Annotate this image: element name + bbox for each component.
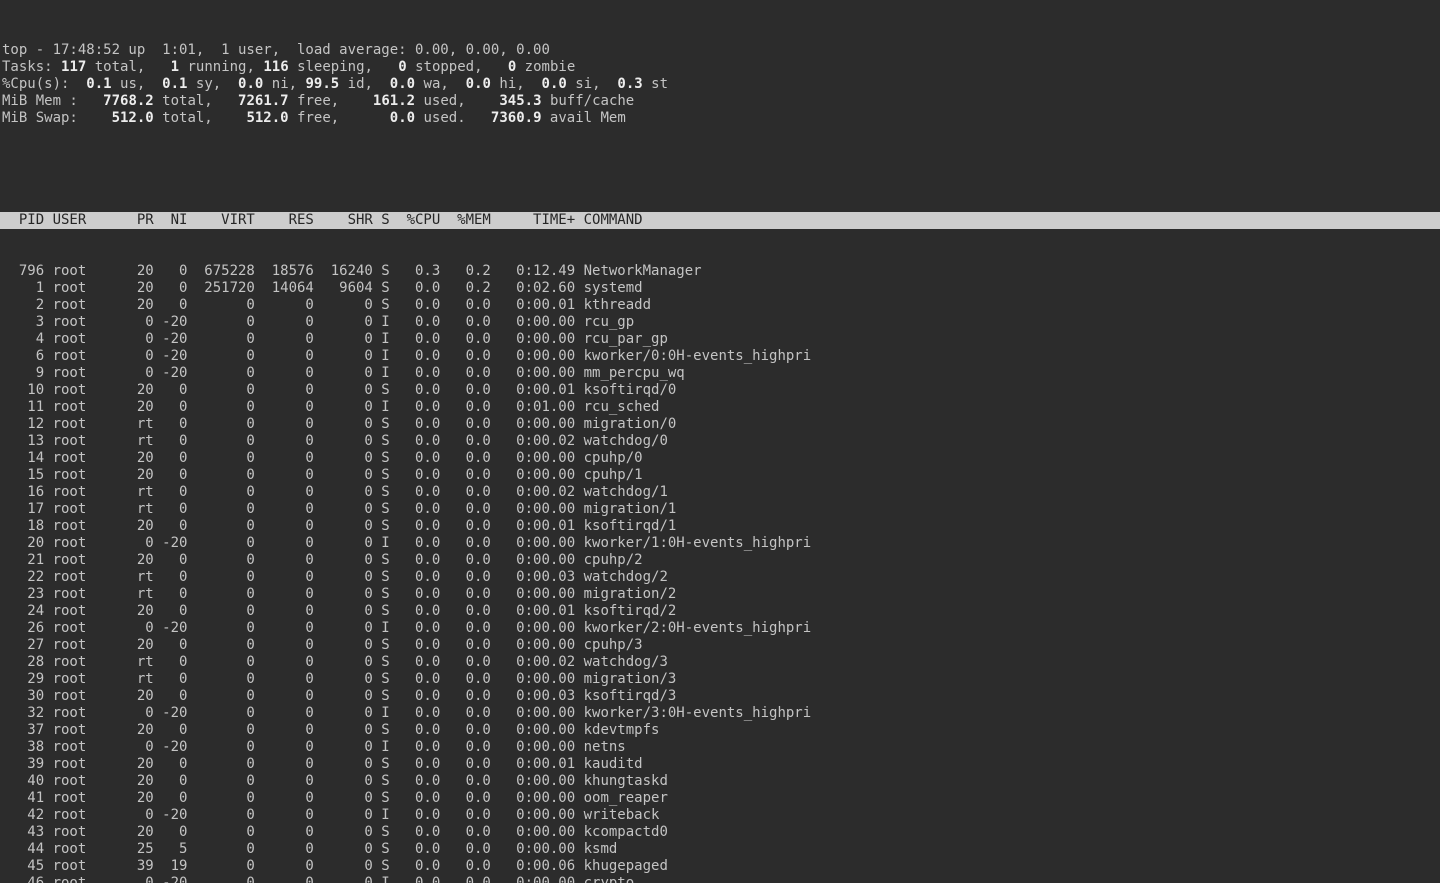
process-row: 13 root rt 0 0 0 0 S 0.0 0.0 0:00.02 wat… bbox=[0, 433, 1440, 450]
summary-value: 7360.9 bbox=[491, 110, 542, 126]
process-row: 15 root 20 0 0 0 0 S 0.0 0.0 0:00.00 cpu… bbox=[0, 467, 1440, 484]
uptime-line: top - 17:48:52 up 1:01, 1 user, load ave… bbox=[0, 42, 1440, 59]
process-row: 42 root 0 -20 0 0 0 I 0.0 0.0 0:00.00 wr… bbox=[0, 807, 1440, 824]
summary-label: MiB Mem : bbox=[2, 93, 103, 109]
summary-value: 0.3 bbox=[617, 76, 642, 92]
summary-value: 0 bbox=[508, 59, 516, 75]
summary-label: sy, bbox=[187, 76, 238, 92]
summary-value: 1 bbox=[171, 59, 179, 75]
summary-label: running, bbox=[179, 59, 263, 75]
summary-label: avail Mem bbox=[542, 110, 626, 126]
process-row: 43 root 20 0 0 0 0 S 0.0 0.0 0:00.00 kco… bbox=[0, 824, 1440, 841]
cpu-line: %Cpu(s): 0.1 us, 0.1 sy, 0.0 ni, 99.5 id… bbox=[0, 76, 1440, 93]
process-row: 796 root 20 0 675228 18576 16240 S 0.3 0… bbox=[0, 263, 1440, 280]
summary-value: 7261.7 bbox=[238, 93, 289, 109]
process-row: 10 root 20 0 0 0 0 S 0.0 0.0 0:00.01 kso… bbox=[0, 382, 1440, 399]
summary-value: 0.1 bbox=[162, 76, 187, 92]
process-row: 39 root 20 0 0 0 0 S 0.0 0.0 0:00.01 kau… bbox=[0, 756, 1440, 773]
summary-label: stopped, bbox=[407, 59, 508, 75]
summary-value: 117 bbox=[61, 59, 86, 75]
summary-label: st bbox=[643, 76, 668, 92]
summary-label: free, bbox=[289, 110, 390, 126]
process-row: 45 root 39 19 0 0 0 S 0.0 0.0 0:00.06 kh… bbox=[0, 858, 1440, 875]
process-row: 3 root 0 -20 0 0 0 I 0.0 0.0 0:00.00 rcu… bbox=[0, 314, 1440, 331]
process-row: 14 root 20 0 0 0 0 S 0.0 0.0 0:00.00 cpu… bbox=[0, 450, 1440, 467]
summary-value: 512.0 bbox=[246, 110, 288, 126]
top-summary: top - 17:48:52 up 1:01, 1 user, load ave… bbox=[0, 42, 1440, 127]
process-row: 27 root 20 0 0 0 0 S 0.0 0.0 0:00.00 cpu… bbox=[0, 637, 1440, 654]
summary-label: total, bbox=[86, 59, 170, 75]
process-row: 28 root rt 0 0 0 0 S 0.0 0.0 0:00.02 wat… bbox=[0, 654, 1440, 671]
process-row: 4 root 0 -20 0 0 0 I 0.0 0.0 0:00.00 rcu… bbox=[0, 331, 1440, 348]
summary-label: ni, bbox=[263, 76, 305, 92]
summary-label: sleeping, bbox=[289, 59, 399, 75]
swap-line: MiB Swap: 512.0 total, 512.0 free, 0.0 u… bbox=[0, 110, 1440, 127]
summary-label: total, bbox=[154, 93, 238, 109]
summary-value: 0.1 bbox=[86, 76, 111, 92]
process-row: 41 root 20 0 0 0 0 S 0.0 0.0 0:00.00 oom… bbox=[0, 790, 1440, 807]
summary-value: 0.0 bbox=[238, 76, 263, 92]
summary-label: us, bbox=[112, 76, 163, 92]
process-row: 11 root 20 0 0 0 0 I 0.0 0.0 0:01.00 rcu… bbox=[0, 399, 1440, 416]
summary-value: 0.0 bbox=[390, 76, 415, 92]
summary-label: id, bbox=[339, 76, 390, 92]
process-row: 12 root rt 0 0 0 0 S 0.0 0.0 0:00.00 mig… bbox=[0, 416, 1440, 433]
process-row: 37 root 20 0 0 0 0 S 0.0 0.0 0:00.00 kde… bbox=[0, 722, 1440, 739]
process-row: 6 root 0 -20 0 0 0 I 0.0 0.0 0:00.00 kwo… bbox=[0, 348, 1440, 365]
summary-value: 0 bbox=[398, 59, 406, 75]
summary-label: used, bbox=[415, 93, 499, 109]
process-row: 44 root 25 5 0 0 0 S 0.0 0.0 0:00.00 ksm… bbox=[0, 841, 1440, 858]
summary-label: free, bbox=[289, 93, 373, 109]
process-row: 18 root 20 0 0 0 0 S 0.0 0.0 0:00.01 kso… bbox=[0, 518, 1440, 535]
process-row: 2 root 20 0 0 0 0 S 0.0 0.0 0:00.01 kthr… bbox=[0, 297, 1440, 314]
summary-value: 0.0 bbox=[390, 110, 415, 126]
summary-label: wa, bbox=[415, 76, 466, 92]
summary-value: 512.0 bbox=[112, 110, 154, 126]
summary-label: total, bbox=[154, 110, 247, 126]
process-row: 16 root rt 0 0 0 0 S 0.0 0.0 0:00.02 wat… bbox=[0, 484, 1440, 501]
summary-label: buff/cache bbox=[542, 93, 635, 109]
terminal-screen[interactable]: top - 17:48:52 up 1:01, 1 user, load ave… bbox=[0, 0, 1440, 883]
tasks-line: Tasks: 117 total, 1 running, 116 sleepin… bbox=[0, 59, 1440, 76]
summary-value: 99.5 bbox=[306, 76, 340, 92]
process-row: 26 root 0 -20 0 0 0 I 0.0 0.0 0:00.00 kw… bbox=[0, 620, 1440, 637]
summary-label: %Cpu(s): bbox=[2, 76, 86, 92]
process-row: 32 root 0 -20 0 0 0 I 0.0 0.0 0:00.00 kw… bbox=[0, 705, 1440, 722]
summary-label: MiB Swap: bbox=[2, 110, 112, 126]
summary-value: 161.2 bbox=[373, 93, 415, 109]
process-list: 796 root 20 0 675228 18576 16240 S 0.3 0… bbox=[0, 263, 1440, 883]
process-row: 21 root 20 0 0 0 0 S 0.0 0.0 0:00.00 cpu… bbox=[0, 552, 1440, 569]
process-row: 30 root 20 0 0 0 0 S 0.0 0.0 0:00.03 kso… bbox=[0, 688, 1440, 705]
summary-label: hi, bbox=[491, 76, 542, 92]
process-row: 38 root 0 -20 0 0 0 I 0.0 0.0 0:00.00 ne… bbox=[0, 739, 1440, 756]
summary-label: used. bbox=[415, 110, 491, 126]
summary-label: si, bbox=[567, 76, 618, 92]
summary-value: 116 bbox=[263, 59, 288, 75]
mem-line: MiB Mem : 7768.2 total, 7261.7 free, 161… bbox=[0, 93, 1440, 110]
process-row: 46 root 0 -20 0 0 0 I 0.0 0.0 0:00.00 cr… bbox=[0, 875, 1440, 883]
summary-value: 0.0 bbox=[542, 76, 567, 92]
process-row: 1 root 20 0 251720 14064 9604 S 0.0 0.2 … bbox=[0, 280, 1440, 297]
process-row: 22 root rt 0 0 0 0 S 0.0 0.0 0:00.03 wat… bbox=[0, 569, 1440, 586]
process-row: 17 root rt 0 0 0 0 S 0.0 0.0 0:00.00 mig… bbox=[0, 501, 1440, 518]
summary-label: Tasks: bbox=[2, 59, 61, 75]
process-row: 23 root rt 0 0 0 0 S 0.0 0.0 0:00.00 mig… bbox=[0, 586, 1440, 603]
summary-value: 7768.2 bbox=[103, 93, 154, 109]
summary-value: 0.0 bbox=[466, 76, 491, 92]
process-row: 20 root 0 -20 0 0 0 I 0.0 0.0 0:00.00 kw… bbox=[0, 535, 1440, 552]
process-row: 24 root 20 0 0 0 0 S 0.0 0.0 0:00.01 kso… bbox=[0, 603, 1440, 620]
process-row: 40 root 20 0 0 0 0 S 0.0 0.0 0:00.00 khu… bbox=[0, 773, 1440, 790]
process-row: 9 root 0 -20 0 0 0 I 0.0 0.0 0:00.00 mm_… bbox=[0, 365, 1440, 382]
process-row: 29 root rt 0 0 0 0 S 0.0 0.0 0:00.00 mig… bbox=[0, 671, 1440, 688]
summary-label: zombie bbox=[516, 59, 575, 75]
blank-line bbox=[0, 161, 1440, 178]
process-table-header: PID USER PR NI VIRT RES SHR S %CPU %MEM … bbox=[0, 212, 1440, 229]
summary-label: top - 17:48:52 up 1:01, 1 user, load ave… bbox=[2, 42, 550, 58]
summary-value: 345.3 bbox=[499, 93, 541, 109]
